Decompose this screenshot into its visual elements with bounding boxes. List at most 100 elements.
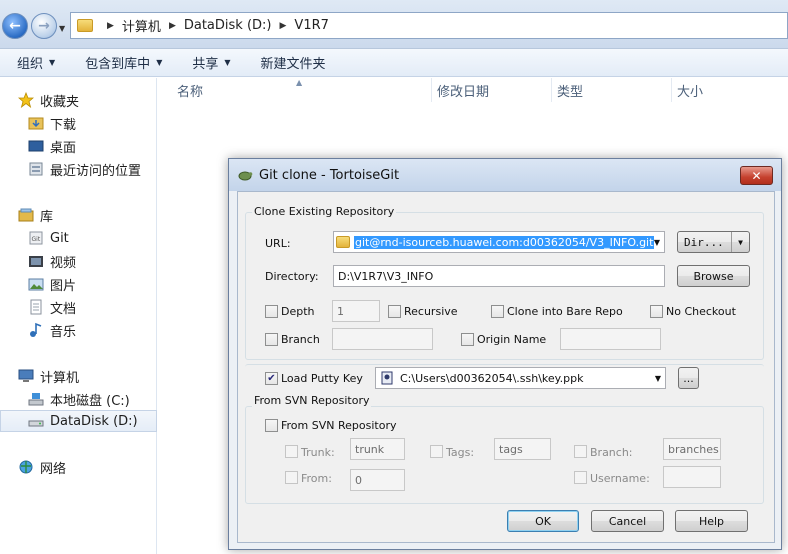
no-checkout-checkbox[interactable] bbox=[650, 305, 663, 318]
dropdown-arrow-icon[interactable]: ▼ bbox=[731, 232, 749, 252]
navigation-pane: 收藏夹 下载 桌面 最近访问的位置 库 Git Git 视频 图片 文档 音乐 … bbox=[0, 78, 157, 554]
nav-videos-label: 视频 bbox=[50, 255, 77, 271]
bare-repo-label: Clone into Bare Repo bbox=[507, 305, 623, 318]
include-library-button[interactable]: 包含到库中 ▼ bbox=[85, 53, 162, 72]
username-checkbox[interactable] bbox=[574, 471, 587, 484]
nav-local-disk[interactable]: 本地磁盘 (C:) bbox=[0, 388, 157, 410]
nav-recent[interactable]: 最近访问的位置 bbox=[0, 158, 157, 180]
branch-label: Branch bbox=[281, 333, 320, 346]
cancel-button[interactable]: Cancel bbox=[591, 510, 664, 532]
origin-name-input[interactable] bbox=[560, 328, 661, 350]
svn-group-title: From SVN Repository bbox=[252, 394, 372, 407]
column-modified[interactable]: 修改日期 bbox=[432, 78, 552, 102]
new-folder-button[interactable]: 新建文件夹 bbox=[261, 53, 326, 72]
browse-button[interactable]: Browse bbox=[677, 265, 750, 287]
breadcrumb-computer[interactable]: 计算机 bbox=[122, 16, 161, 35]
column-name-label: 名称 bbox=[177, 84, 204, 100]
nav-data-disk[interactable]: DataDisk (D:) bbox=[0, 410, 157, 432]
recent-places-icon bbox=[28, 161, 44, 177]
nav-favorites-label: 收藏夹 bbox=[40, 94, 80, 110]
nav-documents-label: 文档 bbox=[50, 301, 77, 317]
nav-downloads[interactable]: 下载 bbox=[0, 112, 157, 134]
chevron-right-icon[interactable]: ▶ bbox=[107, 21, 114, 31]
nav-documents[interactable]: 文档 bbox=[0, 296, 157, 318]
ok-button[interactable]: OK bbox=[507, 510, 579, 532]
from-svn-checkbox[interactable] bbox=[265, 419, 278, 432]
tags-label: Tags: bbox=[446, 446, 475, 459]
directory-label: Directory: bbox=[265, 270, 319, 283]
nav-favorites[interactable]: 收藏夹 bbox=[0, 89, 157, 111]
documents-icon bbox=[28, 299, 44, 315]
breadcrumb[interactable]: ▶ 计算机 ▶ DataDisk (D:) ▶ V1R7 bbox=[70, 12, 788, 39]
cancel-button-label: Cancel bbox=[608, 514, 647, 528]
computer-icon bbox=[18, 368, 34, 384]
nav-local-disk-label: 本地磁盘 (C:) bbox=[50, 393, 130, 409]
svg-text:Git: Git bbox=[32, 236, 41, 243]
tags-checkbox[interactable] bbox=[430, 445, 443, 458]
nav-desktop[interactable]: 桌面 bbox=[0, 135, 157, 157]
tortoisegit-icon bbox=[237, 167, 253, 183]
nav-music[interactable]: 音乐 bbox=[0, 319, 157, 341]
share-button[interactable]: 共享 ▼ bbox=[192, 53, 230, 72]
help-button[interactable]: Help bbox=[675, 510, 748, 532]
close-button[interactable]: ✕ bbox=[740, 166, 773, 185]
origin-name-checkbox[interactable] bbox=[461, 333, 474, 346]
column-type[interactable]: 类型 bbox=[552, 78, 672, 102]
depth-input[interactable]: 1 bbox=[332, 300, 380, 322]
dialog-title-bar[interactable]: Git clone - TortoiseGit bbox=[229, 159, 781, 191]
svn-branch-input[interactable]: branches bbox=[663, 438, 721, 460]
from-checkbox[interactable] bbox=[285, 471, 298, 484]
url-combobox[interactable]: git@rnd-isourceb.huawei.com:d00362054/V3… bbox=[333, 231, 665, 253]
putty-browse-button[interactable]: ... bbox=[678, 367, 699, 389]
nav-network[interactable]: 网络 bbox=[0, 456, 157, 478]
key-file-icon bbox=[380, 371, 394, 385]
back-button[interactable]: ← bbox=[2, 13, 28, 39]
video-icon bbox=[28, 253, 44, 269]
column-type-label: 类型 bbox=[557, 84, 584, 100]
download-folder-icon bbox=[28, 115, 44, 131]
organize-button[interactable]: 组织 ▼ bbox=[17, 53, 55, 72]
username-input[interactable] bbox=[663, 466, 721, 488]
folder-icon bbox=[336, 236, 350, 248]
trunk-checkbox[interactable] bbox=[285, 445, 298, 458]
breadcrumb-v1r7[interactable]: V1R7 bbox=[294, 18, 328, 33]
drive-icon bbox=[28, 413, 44, 429]
trunk-input[interactable]: trunk bbox=[350, 438, 405, 460]
nav-git[interactable]: Git Git bbox=[0, 227, 157, 249]
nav-videos[interactable]: 视频 bbox=[0, 250, 157, 272]
history-dropdown-icon[interactable]: ▼ bbox=[59, 24, 65, 33]
recursive-checkbox[interactable] bbox=[388, 305, 401, 318]
dropdown-arrow-icon: ▼ bbox=[156, 58, 163, 67]
nav-data-disk-label: DataDisk (D:) bbox=[50, 413, 138, 429]
from-input[interactable]: 0 bbox=[350, 469, 405, 491]
branch-input[interactable] bbox=[332, 328, 433, 350]
svn-branch-checkbox[interactable] bbox=[574, 445, 587, 458]
directory-input[interactable]: D:\V1R7\V3_INFO bbox=[333, 265, 665, 287]
no-checkout-label: No Checkout bbox=[666, 305, 736, 318]
dir-button[interactable]: Dir... ▼ bbox=[677, 231, 750, 253]
depth-checkbox[interactable] bbox=[265, 305, 278, 318]
address-bar: ← → ▼ ▶ 计算机 ▶ DataDisk (D:) ▶ V1R7 bbox=[0, 0, 788, 49]
dropdown-arrow-icon[interactable]: ▼ bbox=[655, 374, 661, 383]
column-size[interactable]: 大小 bbox=[672, 78, 788, 102]
breadcrumb-datadisk[interactable]: DataDisk (D:) bbox=[184, 18, 272, 33]
from-label: From: bbox=[301, 472, 332, 485]
bare-repo-checkbox[interactable] bbox=[491, 305, 504, 318]
chevron-right-icon[interactable]: ▶ bbox=[280, 21, 287, 31]
load-putty-key-checkbox[interactable]: ✔ bbox=[265, 372, 278, 385]
dropdown-arrow-icon[interactable]: ▼ bbox=[654, 238, 660, 247]
putty-key-value: C:\Users\d00362054\.ssh\key.ppk bbox=[400, 371, 584, 385]
branch-checkbox[interactable] bbox=[265, 333, 278, 346]
forward-button[interactable]: → bbox=[31, 13, 57, 39]
library-icon bbox=[18, 207, 34, 223]
putty-key-combobox[interactable]: C:\Users\d00362054\.ssh\key.ppk ▼ bbox=[375, 367, 666, 389]
nav-libraries[interactable]: 库 bbox=[0, 204, 157, 226]
dialog-title: Git clone - TortoiseGit bbox=[259, 167, 400, 183]
chevron-right-icon[interactable]: ▶ bbox=[169, 21, 176, 31]
ok-button-label: OK bbox=[535, 514, 551, 528]
putty-browse-label: ... bbox=[683, 371, 694, 385]
dropdown-arrow-icon: ▼ bbox=[224, 58, 231, 67]
nav-computer[interactable]: 计算机 bbox=[0, 365, 157, 387]
nav-pictures[interactable]: 图片 bbox=[0, 273, 157, 295]
tags-input[interactable]: tags bbox=[494, 438, 551, 460]
